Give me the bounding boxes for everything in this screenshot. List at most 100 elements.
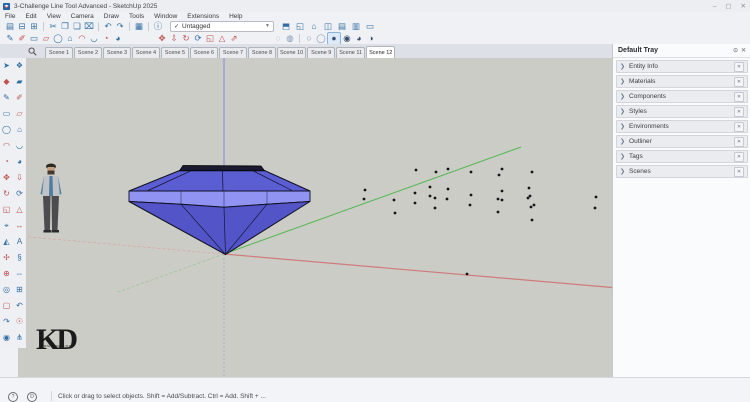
menu-help[interactable]: Help [224, 13, 247, 20]
zoom-extents-icon[interactable]: ▢ [3, 302, 11, 310]
view-iso-icon[interactable]: ⬒ [280, 21, 292, 32]
construction-point[interactable] [428, 194, 432, 198]
construction-point[interactable] [497, 173, 501, 177]
delete-icon[interactable]: ⌧ [83, 21, 95, 32]
back-edges-style-icon[interactable]: ◍ [284, 33, 296, 44]
scene-tab-scene-4[interactable]: Scene 4 [132, 47, 160, 58]
close-button[interactable]: ✕ [741, 2, 746, 10]
next-view-icon[interactable]: ↷ [3, 318, 10, 326]
construction-point[interactable] [414, 168, 418, 172]
three-point-arc-tool-icon[interactable]: ◔ [4, 158, 9, 166]
construction-point[interactable] [526, 196, 530, 200]
section-close-icon[interactable]: ✕ [734, 76, 744, 87]
push-pull-tool-icon[interactable]: ⇩ [16, 174, 23, 182]
tray-section-outliner[interactable]: ❯ Outliner ✕ [616, 135, 748, 148]
offset-tool-icon[interactable]: △ [216, 33, 228, 44]
dimension-tool-icon[interactable]: ↔ [16, 222, 24, 230]
construction-point[interactable] [469, 193, 473, 197]
3d-text-tool-icon[interactable]: § [17, 254, 21, 262]
pan-tool-icon[interactable]: ⇔ [16, 270, 24, 278]
two-point-arc-tool-icon[interactable]: ◡ [88, 33, 100, 44]
section-close-icon[interactable]: ✕ [734, 166, 744, 177]
menu-camera[interactable]: Camera [66, 13, 99, 20]
look-around-icon[interactable]: ◉ [3, 334, 10, 342]
menu-draw[interactable]: Draw [99, 13, 124, 20]
eraser-tool-icon[interactable]: ▰ [16, 78, 22, 86]
tray-section-tags[interactable]: ❯ Tags ✕ [616, 150, 748, 163]
construction-point[interactable] [413, 191, 417, 195]
minimize-button[interactable]: – [713, 3, 717, 10]
zoom-window-icon[interactable]: ⊞ [16, 286, 23, 294]
solid-tools-icon[interactable]: ⇗ [228, 33, 240, 44]
section-close-icon[interactable]: ✕ [734, 151, 744, 162]
follow-me-tool-icon[interactable]: ⟳ [16, 190, 23, 198]
undo-icon[interactable]: ↶ [102, 21, 114, 32]
construction-point[interactable] [469, 170, 473, 174]
view-top-icon[interactable]: ◱ [294, 21, 306, 32]
construction-point[interactable] [465, 272, 469, 276]
construction-point[interactable] [362, 197, 366, 201]
construction-point[interactable] [393, 211, 397, 215]
construction-point[interactable] [433, 196, 437, 200]
section-close-icon[interactable]: ✕ [734, 106, 744, 117]
scene-tab-scene-12[interactable]: Scene 12 [366, 46, 396, 58]
monochrome-style-icon[interactable]: ◕ [353, 33, 365, 44]
section-close-icon[interactable]: ✕ [734, 136, 744, 147]
construction-point[interactable] [500, 198, 504, 202]
scene-tab-scene-2[interactable]: Scene 2 [74, 47, 102, 58]
move-tool-icon[interactable]: ✥ [156, 33, 168, 44]
arc-tool-icon[interactable]: ◠ [76, 33, 88, 44]
two-point-arc-tool-icon[interactable]: ◡ [16, 142, 23, 150]
construction-point[interactable] [446, 167, 450, 171]
credits-icon[interactable]: D [27, 392, 37, 402]
scene-tab-scene-11[interactable]: Scene 11 [336, 47, 366, 58]
section-close-icon[interactable]: ✕ [734, 61, 744, 72]
wireframe-style-icon[interactable]: ○ [303, 33, 315, 44]
ambient-occlusion-icon[interactable]: ◑ [365, 33, 377, 44]
scene-tab-scene-10[interactable]: Scene 10 [277, 47, 307, 58]
freehand-tool-icon[interactable]: ✐ [16, 33, 28, 44]
construction-point[interactable] [527, 186, 531, 190]
view-bottom-icon[interactable]: ▭ [364, 21, 376, 32]
move-tool-icon[interactable]: ✥ [3, 174, 10, 182]
construction-point[interactable] [428, 185, 432, 189]
copy-icon[interactable]: ❐ [59, 21, 71, 32]
construction-point[interactable] [594, 195, 598, 199]
construction-point[interactable] [468, 203, 472, 207]
polygon-tool-icon[interactable]: ⌂ [64, 33, 76, 44]
menu-extensions[interactable]: Extensions [182, 13, 224, 20]
scene-tab-scene-1[interactable]: Scene 1 [45, 47, 73, 58]
help-icon[interactable]: ? [8, 392, 18, 402]
freehand-tool-icon[interactable]: ✐ [16, 94, 23, 102]
protractor-tool-icon[interactable]: ◭ [3, 238, 9, 246]
position-camera-icon[interactable]: ☉ [16, 318, 23, 326]
cut-icon[interactable]: ✂ [47, 21, 59, 32]
zoom-tool-icon[interactable]: ◎ [3, 286, 10, 294]
construction-point[interactable] [528, 194, 532, 198]
menu-view[interactable]: View [42, 13, 66, 20]
construction-point[interactable] [529, 205, 533, 209]
line-tool-icon[interactable]: ✎ [3, 94, 10, 102]
three-point-arc-tool-icon[interactable]: ◔ [100, 33, 112, 44]
hidden-line-style-icon[interactable]: ◯ [315, 33, 327, 44]
scale-figure-person[interactable] [40, 163, 62, 233]
tag-dropdown[interactable]: ✓ Untagged ▼ [170, 20, 274, 32]
previous-view-icon[interactable]: ↶ [16, 302, 23, 310]
construction-point[interactable] [413, 201, 417, 205]
line-tool-icon[interactable]: ✎ [4, 33, 16, 44]
diamond-model[interactable] [128, 165, 311, 256]
scene-tab-scene-7[interactable]: Scene 7 [219, 47, 247, 58]
follow-me-tool-icon[interactable]: ⟳ [192, 33, 204, 44]
circle-tool-icon[interactable]: ◯ [52, 33, 64, 44]
redo-icon[interactable]: ↷ [114, 21, 126, 32]
menu-edit[interactable]: Edit [20, 13, 41, 20]
orbit-tool-icon[interactable]: ⊕ [3, 270, 10, 278]
walk-tool-icon[interactable]: ⋔ [16, 334, 23, 342]
construction-point[interactable] [532, 203, 536, 207]
view-front-icon[interactable]: ⌂ [308, 21, 320, 32]
rectangle-tool-icon[interactable]: ▭ [3, 110, 11, 118]
make-component-icon[interactable]: ❖ [16, 62, 23, 70]
tray-section-environments[interactable]: ❯ Environments ✕ [616, 120, 748, 133]
tray-section-components[interactable]: ❯ Components ✕ [616, 90, 748, 103]
polygon-tool-icon[interactable]: ⌂ [17, 126, 22, 134]
